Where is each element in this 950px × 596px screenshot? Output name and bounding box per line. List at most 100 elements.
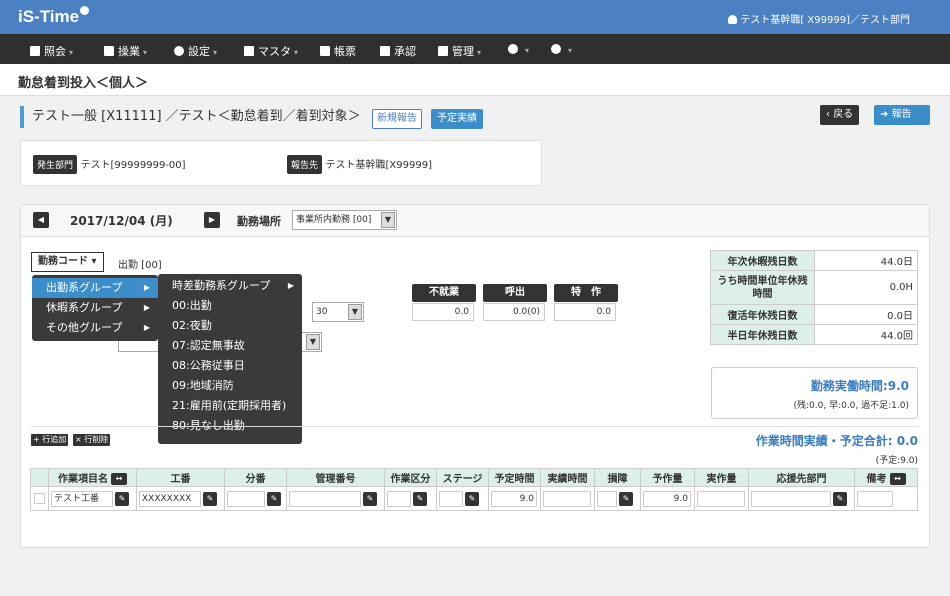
help-icon — [551, 44, 561, 54]
chevron-down-icon: ▼ — [348, 304, 362, 320]
top-bar: iS-Time テスト基幹職[ X99999]／テスト部門 — [0, 0, 950, 34]
table-header-row: 作業項目名 ↔ 工番 分番 管理番号 作業区分 ステージ 予定時間 実績時間 損障… — [30, 468, 918, 487]
work-type-input[interactable] — [387, 490, 411, 507]
reporter-label: 報告先 — [287, 155, 323, 174]
menu-operation[interactable]: 操業 ▾ — [104, 43, 147, 59]
expand-icon[interactable]: ↔ — [111, 473, 127, 485]
work-code-button[interactable]: 勤務コード ▾ — [31, 252, 104, 272]
info-card: 発生部門 テスト[99999999-00] 報告先 テスト基幹職[X99999] — [20, 140, 542, 186]
user-name: テスト基幹職[ X99999]／テスト部門 — [740, 15, 910, 26]
menu-item-attendance-group[interactable]: 出勤系グループ ▶ — [32, 278, 158, 298]
chevron-down-icon: ▼ — [306, 334, 320, 350]
work-code-value: 出勤 [00] — [118, 260, 162, 271]
page-title: 勤怠着到投入＜個人＞ — [18, 76, 149, 91]
next-date-button[interactable]: ▶ — [204, 212, 220, 228]
menu-item-00[interactable]: 00:出勤 — [158, 296, 302, 316]
menu-help[interactable]: ▾ — [551, 43, 572, 56]
logo-text: iS-Time — [18, 7, 80, 26]
bar-chart-icon — [30, 46, 40, 56]
pencil-icon[interactable]: ✎ — [413, 491, 427, 506]
reporter-value: テスト基幹職[X99999] — [325, 160, 432, 171]
file-icon — [244, 46, 254, 56]
work-code-menu: 出勤系グループ ▶ 休暇系グループ ▶ その他グループ ▶ — [32, 275, 158, 341]
pencil-icon[interactable]: ✎ — [267, 491, 281, 506]
callout-label: 呼出 — [483, 284, 547, 302]
add-row-button[interactable]: + 行追加 — [31, 434, 69, 446]
menu-item-08[interactable]: 08:公務従事日 — [158, 356, 302, 376]
user-icon — [728, 15, 738, 24]
chevron-right-icon: ▶ — [143, 323, 150, 332]
menu-item-leave-group[interactable]: 休暇系グループ ▶ — [32, 298, 158, 318]
special-work-label: 特 作 — [554, 284, 618, 302]
leave-summary-table: 年次休暇残日数 44.0日 うち時間単位年休残時間 0.0H 復活年休残日数 0.0日… — [710, 250, 918, 345]
work-hours-box: 勤務実働時間:9.0 (残:0.0, 早:0.0, 過不足:1.0) — [711, 367, 918, 419]
prev-date-button[interactable]: ◀ — [33, 212, 49, 228]
koban-input[interactable]: XXXXXXXX — [139, 490, 201, 507]
menu-inquiry[interactable]: 照会 ▾ — [30, 43, 73, 59]
menu-item-other-group[interactable]: その他グループ ▶ — [32, 318, 158, 338]
plan-actual-button[interactable]: 予定実績 — [431, 109, 483, 129]
delete-row-button[interactable]: × 行削除 — [73, 434, 111, 446]
workplace-select[interactable]: 事業所内勤務 [00] ▼ — [292, 210, 397, 230]
planned-qty-input[interactable]: 9.0 — [643, 490, 691, 507]
menu-item-21[interactable]: 21:雇用前(定期採用者) — [158, 396, 302, 416]
chevron-right-icon: ▶ — [287, 281, 294, 290]
non-work-value: 0.0 — [412, 303, 474, 321]
pencil-icon[interactable]: ✎ — [203, 491, 217, 506]
menu-forms[interactable]: 帳票 — [320, 43, 356, 59]
pencil-icon[interactable]: ✎ — [115, 491, 129, 506]
report-button[interactable]: ➜ 報告 — [874, 105, 930, 125]
summary-row: うち時間単位年休残時間 0.0H — [710, 270, 918, 305]
actual-time-input[interactable] — [543, 490, 591, 507]
menu-item-02[interactable]: 02:夜勤 — [158, 316, 302, 336]
menu-master[interactable]: マスタ ▾ — [244, 43, 298, 59]
item-name-input[interactable]: テスト工番 — [51, 490, 113, 507]
stage-input[interactable] — [439, 490, 463, 507]
support-dept-input[interactable] — [751, 490, 831, 507]
expand-icon[interactable]: ↔ — [889, 473, 906, 485]
chevron-down-icon: ▼ — [381, 212, 395, 228]
remarks-input[interactable] — [857, 490, 893, 507]
pencil-icon[interactable]: ✎ — [465, 491, 479, 506]
planned-time-input[interactable]: 9.0 — [491, 490, 537, 507]
dept-value: テスト[99999999-00] — [80, 160, 186, 171]
menu-item-09[interactable]: 09:地域消防 — [158, 376, 302, 396]
menu-approval[interactable]: 承認 — [380, 43, 416, 59]
special-work-value: 0.0 — [554, 303, 616, 321]
arrow-right-icon: ➜ — [880, 109, 892, 120]
actual-qty-input[interactable] — [697, 490, 745, 507]
non-work-label: 不就業 — [412, 284, 476, 302]
monitor-icon — [104, 46, 114, 56]
row-checkbox[interactable] — [34, 492, 45, 504]
main-menu: 照会 ▾ 操業 ▾ 設定 ▾ マスタ ▾ 帳票 承認 管理 ▾ ▾ ▾ — [0, 34, 950, 64]
pencil-icon[interactable]: ✎ — [619, 491, 633, 506]
employee-subtitle: テスト一般 [X11111] ／テスト＜勤怠着到／着到対象＞ — [20, 106, 361, 128]
menu-chat[interactable]: ▾ — [508, 43, 529, 56]
bunban-input[interactable] — [227, 490, 265, 507]
minute-select[interactable]: 30 ▼ — [312, 302, 364, 322]
menu-admin[interactable]: 管理 ▾ — [438, 43, 481, 59]
print-icon — [320, 46, 330, 56]
dept-block: 発生部門 テスト[99999999-00] — [33, 155, 186, 174]
work-items-table: 作業項目名 ↔ 工番 分番 管理番号 作業区分 ステージ 予定時間 実績時間 損障… — [30, 468, 918, 511]
pencil-icon[interactable]: ✎ — [833, 491, 847, 506]
back-button[interactable]: ‹ 戻る — [820, 105, 860, 125]
clock-icon — [80, 6, 90, 15]
app-logo[interactable]: iS-Time — [18, 6, 90, 27]
summary-row: 年次休暇残日数 44.0日 — [710, 250, 918, 271]
menu-item-staggered-group[interactable]: 時差勤務系グループ ▶ — [158, 276, 302, 296]
new-report-button[interactable]: 新規報告 — [372, 109, 422, 129]
menu-settings[interactable]: 設定 ▾ — [174, 43, 217, 59]
mgmt-number-input[interactable] — [289, 490, 361, 507]
damage-input[interactable] — [597, 490, 617, 507]
divider — [31, 426, 919, 427]
grid-icon — [438, 46, 448, 56]
user-info[interactable]: テスト基幹職[ X99999]／テスト部門 — [728, 11, 910, 26]
chevron-right-icon: ▶ — [143, 303, 150, 312]
page-header: 勤怠着到投入＜個人＞ — [0, 64, 950, 96]
work-hours-detail: (残:0.0, 早:0.0, 過不足:1.0) — [793, 401, 909, 411]
menu-item-07[interactable]: 07:認定無事故 — [158, 336, 302, 356]
planned-total: (予定:9.0) — [875, 456, 918, 466]
thumbs-up-icon — [380, 46, 390, 56]
pencil-icon[interactable]: ✎ — [363, 491, 377, 506]
